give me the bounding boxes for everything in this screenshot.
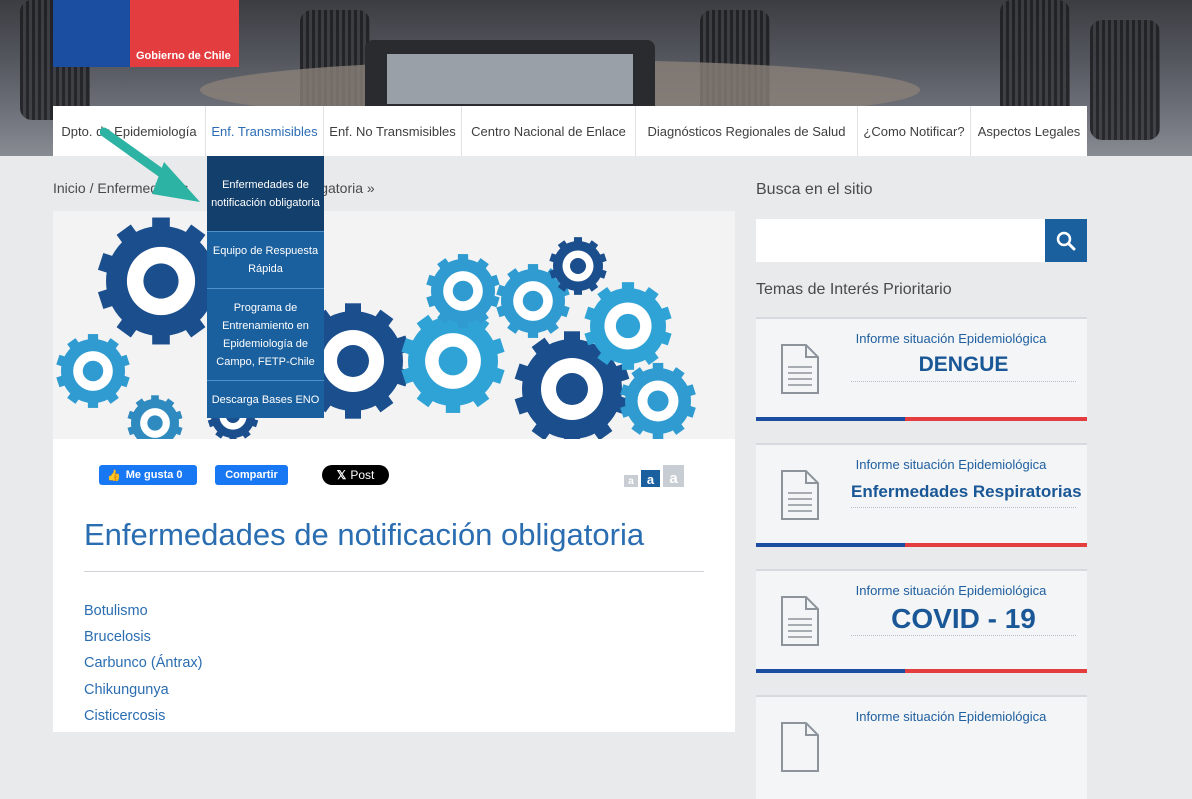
- nav-item-diagnosticos-regionales[interactable]: Diagnósticos Regionales de Salud: [636, 106, 858, 156]
- topic-card-4[interactable]: Informe situación Epidemiológica: [756, 695, 1087, 799]
- dropdown-item-eno[interactable]: Enfermedades de notificación obligatoria: [207, 156, 324, 231]
- logo-text: Gobierno de Chile: [136, 50, 231, 62]
- nav-item-enf-transmisibles[interactable]: Enf. Transmisibles: [206, 106, 324, 156]
- disease-link[interactable]: Botulismo: [84, 601, 202, 627]
- dotted-divider: [851, 507, 1076, 508]
- nav-item-enf-no-transmisibles[interactable]: Enf. No Transmisibles: [324, 106, 462, 156]
- monitor: [365, 40, 655, 115]
- thumb-up-icon: 👍: [107, 469, 121, 482]
- disease-link[interactable]: Brucelosis: [84, 627, 202, 653]
- dropdown-item-fetp-chile[interactable]: Programa de Entrenamiento en Epidemiolog…: [207, 288, 324, 380]
- text-size-controls: a a a: [624, 465, 684, 487]
- card-color-bar: [756, 669, 1087, 673]
- annotation-arrow-icon: [100, 127, 200, 202]
- disease-link[interactable]: Carbunco (Ántrax): [84, 653, 202, 679]
- document-icon: [781, 344, 819, 394]
- topics-title: Temas de Interés Prioritario: [756, 281, 952, 298]
- content-card: 👍 Me gusta 0 Compartir 𝕏 Post a a a Enfe…: [53, 439, 735, 732]
- search-icon: [1056, 231, 1076, 250]
- gear-icon: [127, 395, 183, 439]
- dropdown-item-equipo-respuesta[interactable]: Equipo de Respuesta Rápida: [207, 231, 324, 288]
- gears-illustration: [56, 217, 696, 439]
- nav-item-centro-nacional-enlace[interactable]: Centro Nacional de Enlace: [462, 106, 636, 156]
- nav-item-aspectos-legales[interactable]: Aspectos Legales: [971, 106, 1087, 156]
- document-icon: [781, 722, 819, 772]
- topic-card-dengue[interactable]: Informe situación Epidemiológica DENGUE: [756, 317, 1087, 421]
- logo-blue-block: [53, 0, 130, 67]
- disease-list: Botulismo Brucelosis Carbunco (Ántrax) C…: [84, 601, 202, 732]
- like-label: Me gusta 0: [125, 469, 183, 481]
- disease-link[interactable]: Chikungunya: [84, 680, 202, 706]
- card-color-bar: [756, 543, 1087, 547]
- gear-icon: [426, 254, 500, 328]
- facebook-share-button[interactable]: Compartir: [215, 465, 288, 485]
- topic-card-covid[interactable]: Informe situación Epidemiológica COVID -…: [756, 569, 1087, 673]
- page-title: Enfermedades de notificación obligatoria: [84, 517, 645, 552]
- card-title: Enfermedades Respiratorias: [851, 482, 1082, 501]
- post-label: Post: [350, 468, 375, 482]
- breadcrumb-home[interactable]: Inicio: [53, 180, 86, 196]
- x-logo-icon: 𝕏: [336, 468, 347, 482]
- disease-link[interactable]: Cisticercosis: [84, 706, 202, 732]
- gear-icon: [620, 362, 696, 439]
- logo-red-block: Gobierno de Chile: [130, 0, 239, 67]
- breadcrumb-separator: /: [89, 180, 94, 196]
- gear-icon: [56, 334, 130, 408]
- search-title: Busca en el sitio: [756, 181, 873, 198]
- gear-icon: [97, 217, 225, 345]
- x-post-button[interactable]: 𝕏 Post: [322, 465, 389, 485]
- topic-card-respiratorias[interactable]: Informe situación Epidemiológica Enferme…: [756, 443, 1087, 547]
- site-search: [756, 219, 1087, 262]
- card-subtitle: Informe situación Epidemiológica: [855, 331, 1047, 346]
- text-size-small[interactable]: a: [624, 475, 638, 487]
- gobierno-logo[interactable]: Gobierno de Chile: [53, 0, 239, 67]
- card-subtitle: Informe situación Epidemiológica: [855, 709, 1047, 724]
- document-icon: [781, 596, 819, 646]
- dotted-divider: [851, 381, 1076, 382]
- dotted-divider: [851, 635, 1076, 636]
- search-input[interactable]: [756, 219, 1045, 262]
- search-button[interactable]: [1045, 219, 1087, 262]
- card-title: DENGUE: [918, 353, 1009, 376]
- text-size-large[interactable]: a: [663, 465, 684, 487]
- dropdown-item-descarga-bases[interactable]: Descarga Bases ENO: [207, 380, 324, 418]
- chair: [1000, 0, 1070, 120]
- chair: [1090, 20, 1160, 140]
- facebook-like-button[interactable]: 👍 Me gusta 0: [99, 465, 197, 485]
- title-divider: [84, 571, 704, 572]
- card-subtitle: Informe situación Epidemiológica: [855, 457, 1047, 472]
- card-title: COVID - 19: [891, 603, 1036, 634]
- nav-item-como-notificar[interactable]: ¿Como Notificar?: [858, 106, 971, 156]
- text-size-medium[interactable]: a: [641, 470, 660, 487]
- gear-icon: [401, 309, 505, 413]
- document-icon: [781, 470, 819, 520]
- card-color-bar: [756, 417, 1087, 421]
- nav-dropdown-menu: Enfermedades de notificación obligatoria…: [207, 156, 324, 418]
- card-subtitle: Informe situación Epidemiológica: [855, 583, 1047, 598]
- banner-image: [53, 211, 735, 439]
